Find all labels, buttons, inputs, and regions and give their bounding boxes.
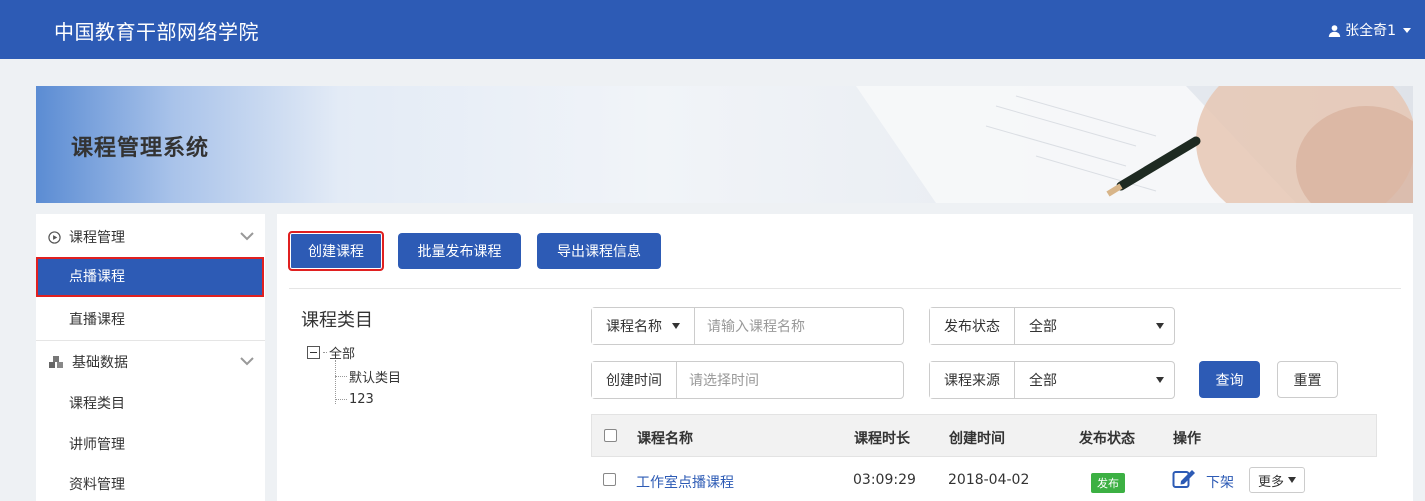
user-icon bbox=[1328, 24, 1341, 37]
offline-link[interactable]: 下架 bbox=[1206, 472, 1234, 492]
caret-down-icon bbox=[1156, 377, 1164, 383]
name-type-label: 课程名称 bbox=[606, 319, 662, 335]
tree-node-label: 默认类目 bbox=[349, 371, 402, 386]
course-created: 2018-04-02 bbox=[948, 472, 1030, 488]
sidebar: 课程管理 点播课程 直播课程 基础数据 课程类目 讲师管理 资料管理 bbox=[36, 214, 265, 501]
edit-icon[interactable] bbox=[1172, 468, 1196, 490]
column-header: 操作 bbox=[1173, 431, 1201, 447]
tree-node-123[interactable]: 123 bbox=[335, 392, 374, 407]
top-navbar: 中国教育干部网络学院 张全奇1 bbox=[0, 0, 1425, 59]
tree-node-default-category[interactable]: 默认类目 bbox=[335, 367, 401, 386]
chevron-down-icon[interactable] bbox=[239, 230, 255, 242]
more-label: 更多 bbox=[1258, 474, 1285, 490]
sidebar-item-course-category[interactable]: 课程类目 bbox=[36, 384, 265, 424]
system-banner: 课程管理系统 bbox=[36, 86, 1413, 203]
more-dropdown-button[interactable]: 更多 bbox=[1249, 467, 1306, 493]
publish-status-filter: 发布状态 全部 bbox=[929, 307, 1175, 345]
sidebar-group-label: 课程管理 bbox=[69, 230, 125, 246]
reset-button[interactable]: 重置 bbox=[1277, 361, 1338, 398]
sidebar-item-vod-course[interactable]: 点播课程 bbox=[36, 257, 264, 297]
course-table: 课程名称 课程时长 创建时间 发布状态 操作 工作室点播课程 03:09:29 … bbox=[591, 414, 1377, 501]
tree-node-label: 全部 bbox=[329, 347, 356, 362]
column-header: 发布状态 bbox=[1079, 431, 1135, 447]
user-menu[interactable]: 张全奇1 bbox=[1328, 20, 1411, 40]
created-time-input[interactable]: 请选择时间 bbox=[677, 362, 903, 398]
banner-title: 课程管理系统 bbox=[71, 136, 210, 161]
course-source-filter: 课程来源 全部 bbox=[929, 361, 1175, 399]
brand-title[interactable]: 中国教育干部网络学院 bbox=[54, 16, 259, 45]
sidebar-group-base-data[interactable]: 基础数据 bbox=[36, 341, 265, 383]
sidebar-item-material-management[interactable]: 资料管理 bbox=[36, 465, 265, 501]
sidebar-item-lecturer-management[interactable]: 讲师管理 bbox=[36, 425, 265, 465]
caret-down-icon bbox=[672, 323, 680, 329]
banner-paper-illustration bbox=[856, 86, 1413, 203]
course-name-filter: 课程名称 请输入课程名称 bbox=[591, 307, 904, 345]
course-name-link[interactable]: 工作室点播课程 bbox=[636, 472, 734, 492]
column-header: 创建时间 bbox=[949, 431, 1005, 447]
play-circle-icon bbox=[48, 230, 61, 244]
name-type-select[interactable]: 课程名称 bbox=[592, 308, 695, 344]
tree-node-label: 123 bbox=[349, 392, 374, 407]
created-time-filter: 创建时间 请选择时间 bbox=[591, 361, 904, 399]
cubes-icon bbox=[49, 356, 63, 368]
caret-down-icon bbox=[1403, 27, 1411, 33]
chevron-down-icon[interactable] bbox=[239, 355, 255, 367]
sidebar-group-label: 基础数据 bbox=[72, 355, 128, 371]
query-button[interactable]: 查询 bbox=[1199, 361, 1260, 398]
caret-down-icon bbox=[1288, 477, 1297, 483]
user-name: 张全奇1 bbox=[1345, 23, 1396, 39]
main-panel: 创建课程 批量发布课程 导出课程信息 课程类目 全部 默认类目 123 课程名称… bbox=[277, 214, 1413, 501]
course-name-input[interactable]: 请输入课程名称 bbox=[695, 308, 903, 344]
course-source-select[interactable]: 全部 bbox=[1015, 362, 1174, 398]
course-source-label: 课程来源 bbox=[930, 362, 1015, 398]
row-checkbox[interactable] bbox=[603, 473, 616, 486]
column-header: 课程名称 bbox=[637, 431, 693, 447]
batch-publish-button[interactable]: 批量发布课程 bbox=[398, 233, 521, 269]
category-tree-title: 课程类目 bbox=[301, 310, 373, 331]
course-source-value: 全部 bbox=[1029, 373, 1057, 389]
collapse-icon[interactable] bbox=[307, 346, 320, 359]
course-duration: 03:09:29 bbox=[853, 472, 916, 488]
export-course-button[interactable]: 导出课程信息 bbox=[537, 233, 661, 269]
toolbar-divider bbox=[289, 288, 1401, 289]
caret-down-icon bbox=[1156, 323, 1164, 329]
sidebar-item-live-course[interactable]: 直播课程 bbox=[36, 300, 265, 340]
status-badge: 发布 bbox=[1091, 473, 1125, 493]
create-course-button[interactable]: 创建课程 bbox=[288, 231, 384, 271]
sidebar-group-course-management[interactable]: 课程管理 bbox=[36, 216, 265, 258]
select-all-checkbox[interactable] bbox=[604, 429, 617, 442]
publish-status-select[interactable]: 全部 bbox=[1015, 308, 1174, 344]
tree-root-node[interactable]: 全部 bbox=[307, 343, 355, 362]
table-header: 课程名称 课程时长 创建时间 发布状态 操作 bbox=[591, 414, 1377, 457]
column-header: 课程时长 bbox=[854, 431, 910, 447]
publish-status-label: 发布状态 bbox=[930, 308, 1015, 344]
created-time-label: 创建时间 bbox=[592, 362, 677, 398]
publish-status-value: 全部 bbox=[1029, 319, 1057, 335]
